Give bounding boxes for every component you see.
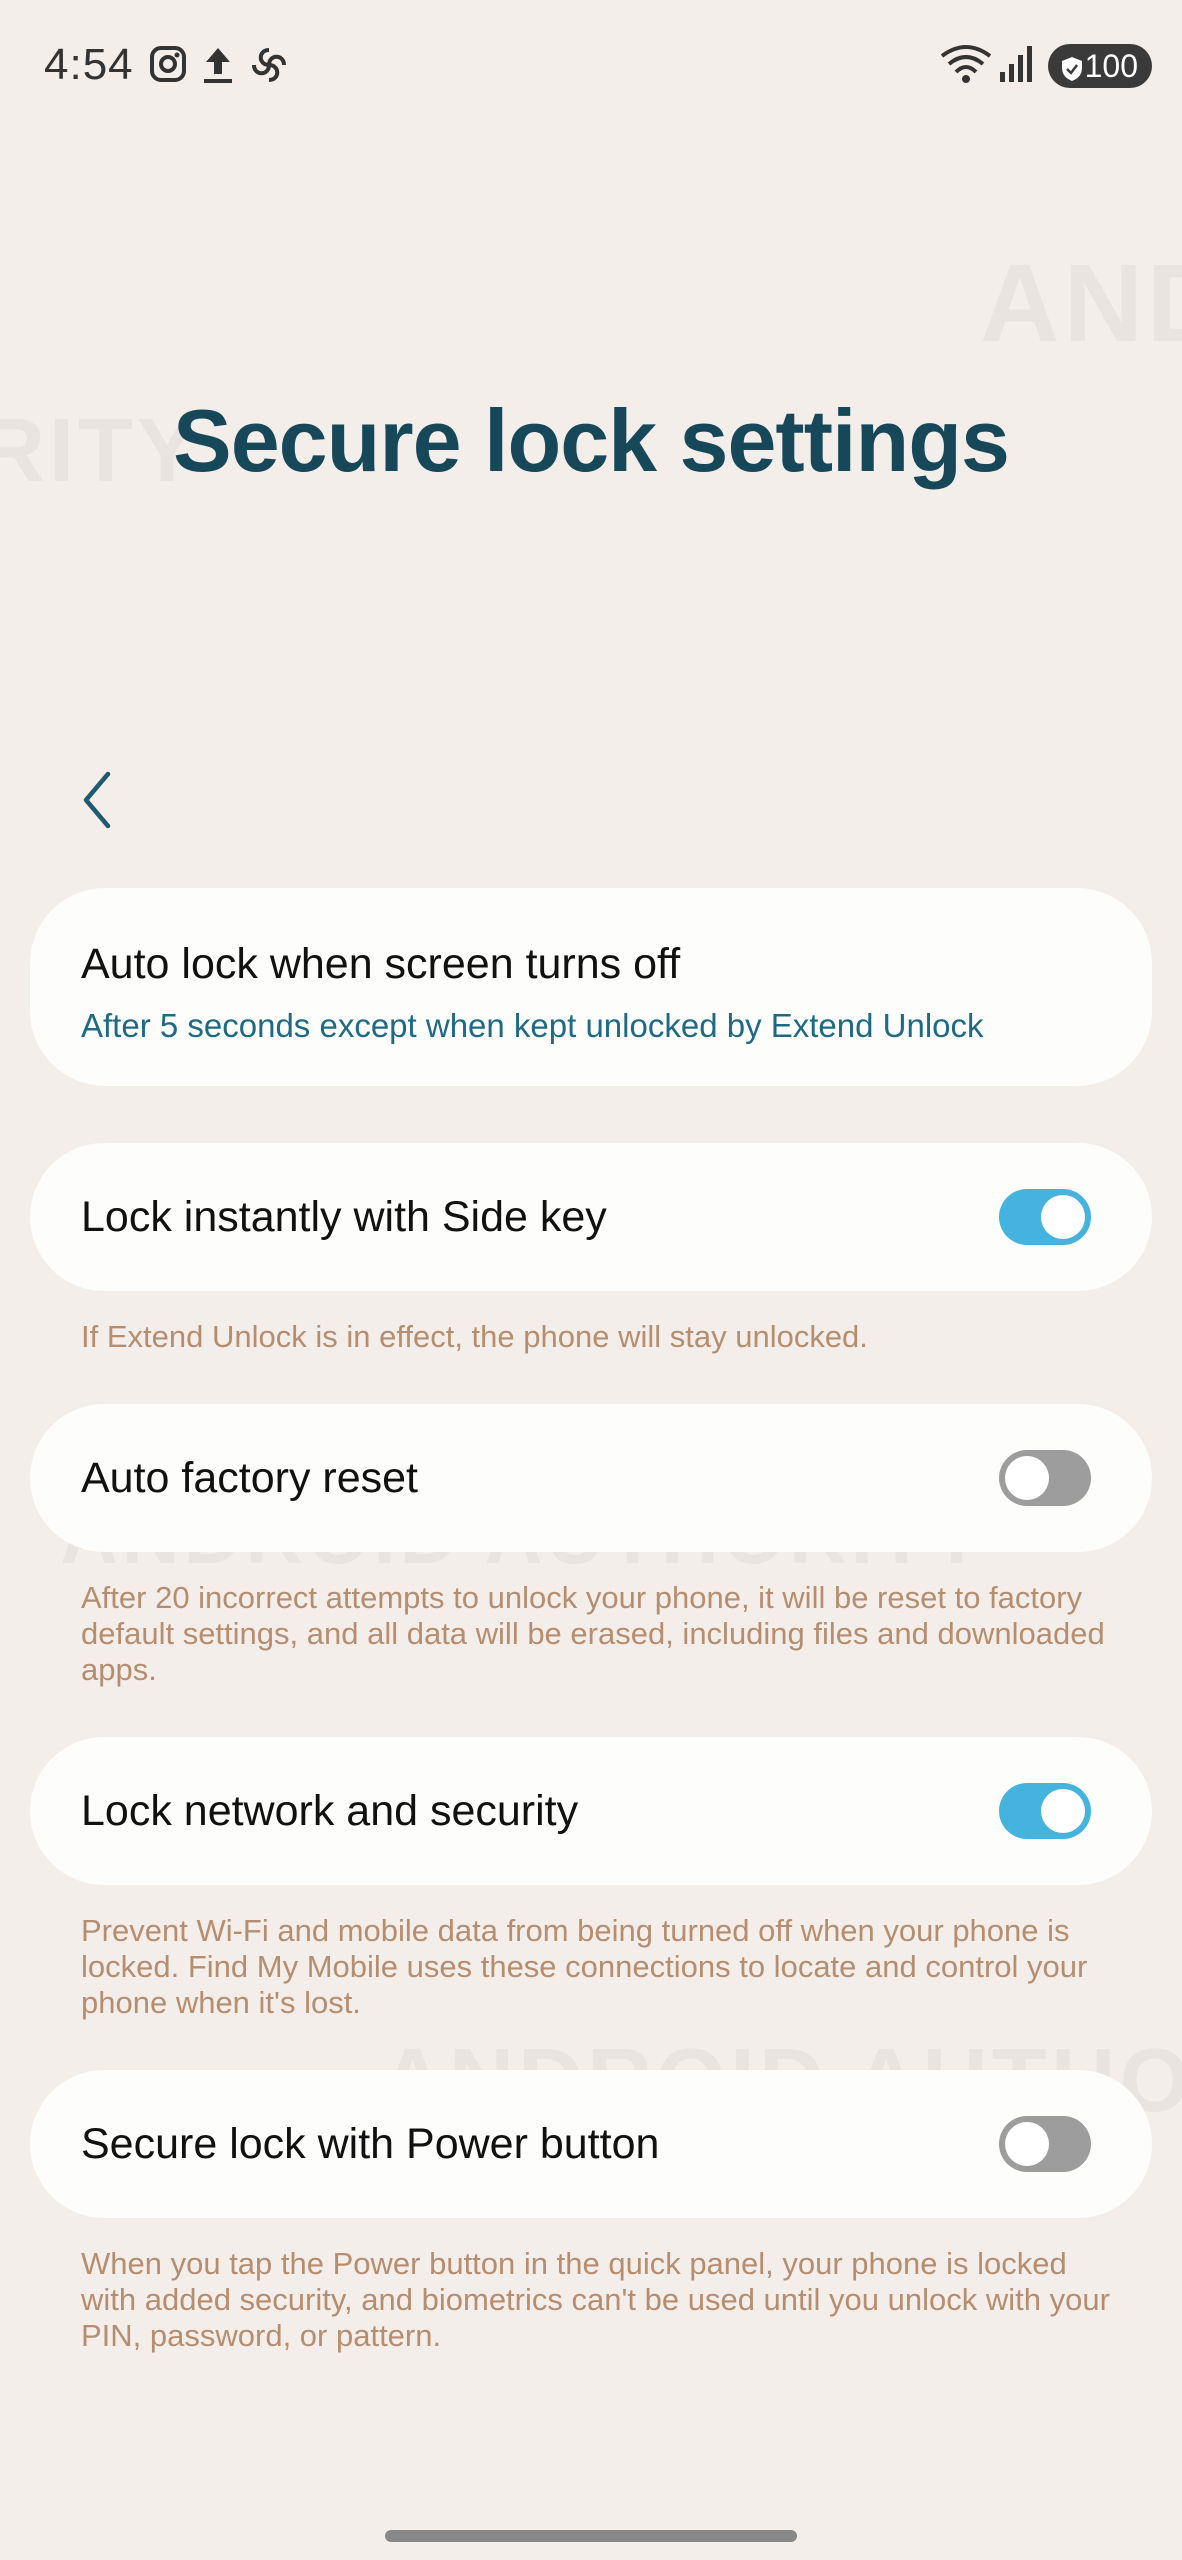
status-bar: 4:54 100	[0, 0, 1182, 130]
gesture-nav-handle[interactable]	[385, 2530, 797, 2542]
signal-icon	[998, 44, 1034, 89]
lock-side-key-toggle[interactable]	[999, 1189, 1091, 1245]
toggle-knob	[1005, 2122, 1049, 2166]
setting-description: If Extend Unlock is in effect, the phone…	[81, 1319, 868, 1354]
instagram-icon	[148, 44, 188, 89]
back-button[interactable]	[78, 770, 128, 830]
setting-auto-lock[interactable]: Auto lock when screen turns off After 5 …	[30, 888, 1152, 1086]
setting-auto-factory-reset[interactable]: Auto factory reset	[30, 1404, 1152, 1552]
wifi-icon	[940, 44, 992, 89]
battery-level: 100	[1084, 47, 1138, 84]
setting-title: Auto factory reset	[81, 1453, 418, 1502]
setting-description: After 20 incorrect attempts to unlock yo…	[81, 1580, 1105, 1687]
setting-lock-network[interactable]: Lock network and security	[30, 1737, 1152, 1885]
upload-icon	[198, 44, 238, 91]
chevron-left-icon	[78, 771, 118, 834]
secure-lock-power-toggle[interactable]	[999, 2116, 1091, 2172]
setting-subtitle: After 5 seconds except when kept unlocke…	[81, 1007, 984, 1044]
status-time: 4:54	[44, 40, 134, 89]
auto-factory-reset-toggle[interactable]	[999, 1450, 1091, 1506]
lock-network-toggle[interactable]	[999, 1783, 1091, 1839]
setting-secure-lock-power[interactable]: Secure lock with Power button	[30, 2070, 1152, 2218]
setting-description: Prevent Wi-Fi and mobile data from being…	[81, 1913, 1088, 2020]
watermark: ANDR	[980, 242, 1182, 365]
toggle-knob	[1041, 1789, 1085, 1833]
battery-shield-icon	[1060, 53, 1084, 90]
battery-indicator: 100	[1048, 44, 1152, 88]
setting-lock-side-key[interactable]: Lock instantly with Side key	[30, 1143, 1152, 1291]
setting-title: Secure lock with Power button	[81, 2119, 660, 2168]
setting-title: Lock instantly with Side key	[81, 1192, 607, 1241]
page-title: Secure lock settings	[173, 391, 1010, 490]
setting-title: Lock network and security	[81, 1786, 579, 1835]
pinwheel-icon	[248, 44, 290, 91]
toggle-knob	[1041, 1195, 1085, 1239]
toggle-knob	[1005, 1456, 1049, 1500]
setting-title: Auto lock when screen turns off	[81, 940, 681, 988]
setting-description: When you tap the Power button in the qui…	[81, 2246, 1110, 2353]
